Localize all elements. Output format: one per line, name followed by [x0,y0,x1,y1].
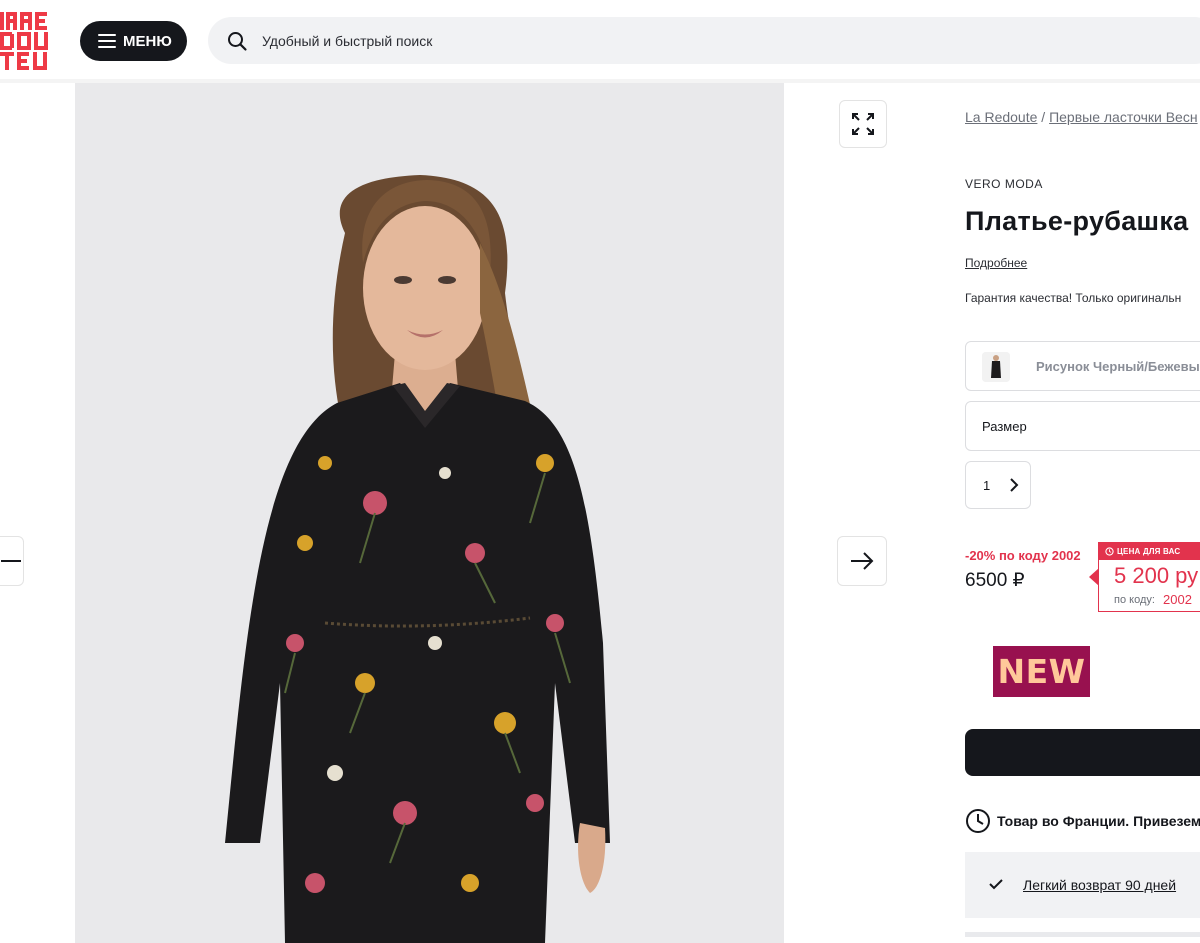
promo-header-label: ЦЕНА ДЛЯ ВАС [1117,547,1181,556]
returns-panel: Легкий возврат 90 дней [965,852,1200,918]
product-title: Платье-рубашка [965,206,1189,236]
menu-label: МЕНЮ [123,32,172,50]
search-icon [228,31,247,51]
promo-price-card: ЦЕНА ДЛЯ ВАС 5 200 ру по коду: 2002 [1098,542,1200,612]
search-bar[interactable]: Удобный и быстрый поиск [208,17,1200,64]
hamburger-icon [98,34,116,48]
breadcrumb-separator: / [1041,109,1046,125]
discount-text: -20% по коду 2002 [965,548,1081,563]
search-input[interactable]: Удобный и быстрый поиск [262,33,432,49]
fullscreen-button[interactable] [839,100,887,148]
breadcrumb: La Redoute / Первые ласточки Весн [965,109,1198,125]
color-label: Рисунок Черный/Бежевый [1036,359,1200,374]
guarantee-text: Гарантия качества! Только оригинальн [965,291,1182,305]
chevron-right-icon[interactable] [1004,475,1024,495]
panel-divider [965,932,1200,937]
old-price: 6500 ₽ [965,570,1025,591]
size-label: Размер [982,419,1027,434]
site-logo[interactable] [0,12,60,70]
breadcrumb-item-category[interactable]: Первые ласточки Весн [1049,109,1197,125]
new-badge: NEW [993,646,1090,697]
new-badge-label: NEW [997,652,1086,691]
add-to-cart-button[interactable] [965,729,1200,776]
check-icon [989,879,1003,890]
color-selector[interactable]: Рисунок Черный/Бежевый [965,341,1200,391]
clock-icon [966,809,990,833]
promo-price: 5 200 ру [1114,563,1199,588]
product-image[interactable] [75,83,784,943]
returns-link[interactable]: Легкий возврат 90 дней [1023,877,1176,893]
promo-code-label: по коду: [1114,594,1155,606]
color-thumbnail [982,352,1010,382]
promo-price-header: ЦЕНА ДЛЯ ВАС [1099,543,1200,560]
next-image-button[interactable] [837,536,887,586]
quantity-selector[interactable]: 1 [965,461,1031,509]
quantity-value: 1 [983,478,991,493]
arrow-right-icon [851,552,874,570]
size-selector[interactable]: Размер [965,401,1200,451]
promo-code-value: 2002 [1163,592,1192,607]
delivery-text: Товар во Франции. Привезем [997,813,1200,829]
expand-icon [852,113,874,135]
breadcrumb-item-home[interactable]: La Redoute [965,109,1037,125]
delivery-info: Товар во Франции. Привезем [965,808,1200,834]
menu-button[interactable]: МЕНЮ [80,21,187,61]
details-link[interactable]: Подробнее [965,256,1027,270]
arrow-left-icon [1,560,21,562]
prev-image-button[interactable] [0,536,24,586]
clock-icon [1105,547,1114,556]
product-brand[interactable]: VERO MODA [965,177,1043,191]
